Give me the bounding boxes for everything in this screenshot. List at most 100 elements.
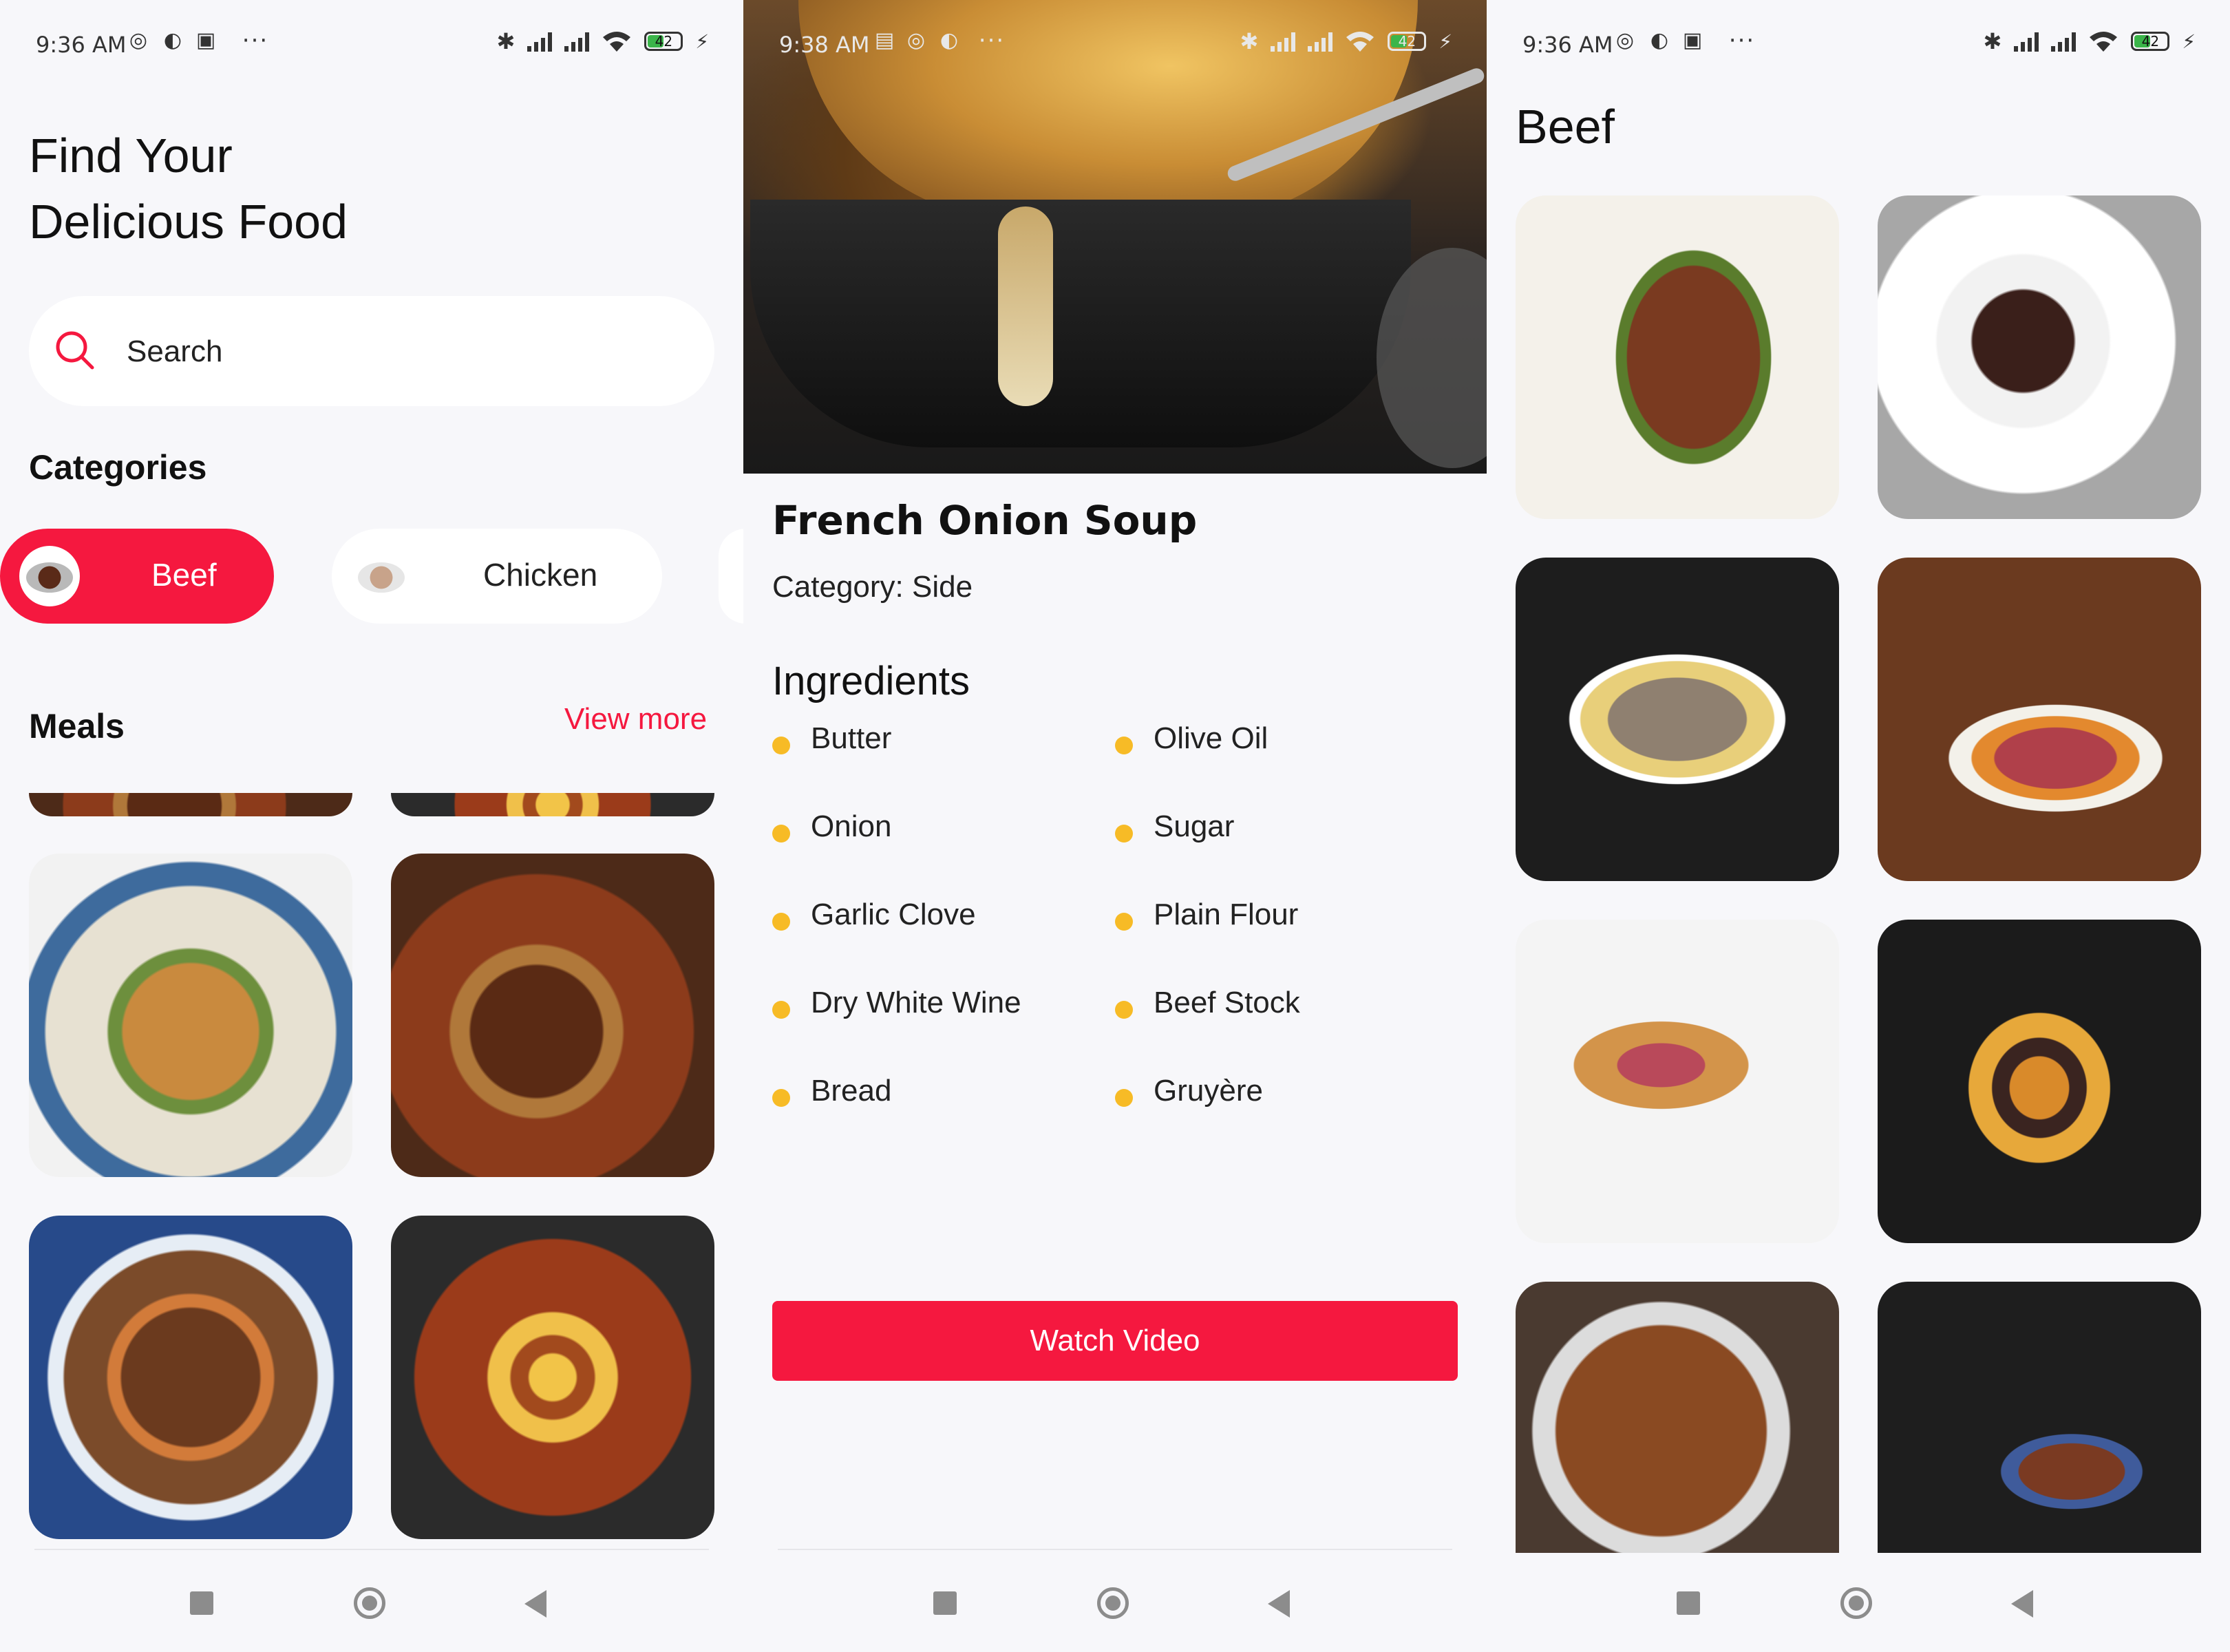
signal-icon [1271, 31, 1296, 52]
sim-icon: ▤ [874, 28, 895, 52]
category-label: Chicken [483, 557, 598, 593]
signal-4g-icon [564, 31, 590, 52]
meal-card[interactable] [1878, 558, 2201, 881]
bullet-icon [1115, 1001, 1133, 1019]
recents-button[interactable] [933, 1591, 957, 1615]
whatsapp-icon: ◎ [1615, 28, 1635, 52]
bluetooth-icon: ✱ [496, 28, 516, 54]
recents-button[interactable] [190, 1591, 213, 1615]
meals-title: Meals [29, 707, 125, 745]
meal-card[interactable] [1516, 920, 1839, 1243]
view-more-link[interactable]: View more [564, 702, 707, 737]
bullet-icon [772, 1001, 790, 1019]
meal-card[interactable] [391, 854, 714, 1177]
category-chip-next[interactable] [719, 529, 743, 624]
bullet-icon [772, 737, 790, 754]
categories-title: Categories [29, 448, 207, 487]
bullet-icon [772, 913, 790, 931]
bullet-icon [1115, 737, 1133, 754]
more-icon: ··· [242, 27, 269, 54]
nav-bar [743, 1549, 1487, 1652]
back-button[interactable] [524, 1590, 546, 1618]
bullet-icon [1115, 1089, 1133, 1107]
battery-icon: 42 [1388, 32, 1427, 51]
watch-video-button[interactable]: Watch Video [772, 1301, 1458, 1381]
battery-level: 42 [1398, 33, 1416, 50]
wifi-icon [2090, 32, 2118, 52]
chicken-thumbnail [351, 546, 412, 606]
more-icon: ··· [1728, 27, 1756, 54]
title-line-1: Find Your [29, 129, 233, 182]
meal-card[interactable] [29, 793, 352, 816]
category-screen: 9:36 AM ◎ ◐ ▣ ··· ✱ 42 ⚡ Beef [1487, 0, 2230, 1652]
meal-card[interactable] [391, 1216, 714, 1539]
meal-card[interactable] [29, 854, 352, 1177]
bullet-icon [1115, 913, 1133, 931]
meal-card[interactable] [1516, 558, 1839, 881]
divider [778, 1549, 1452, 1550]
charging-icon: ⚡ [695, 30, 709, 53]
search-input[interactable]: Search [127, 335, 222, 369]
bullet-icon [772, 1089, 790, 1107]
back-button[interactable] [2011, 1590, 2033, 1618]
signal-icon [2014, 31, 2039, 52]
category-label: Beef [151, 557, 217, 593]
nav-bar [0, 1549, 743, 1652]
whatsapp-icon: ◎ [906, 28, 926, 52]
divider [34, 1549, 709, 1550]
search-icon [56, 331, 94, 370]
bullet-icon [772, 825, 790, 843]
search-bar[interactable]: Search [29, 296, 714, 406]
battery-level: 42 [655, 33, 673, 50]
bluetooth-icon: ✱ [1983, 28, 2002, 54]
app-icon: ◐ [1650, 28, 1669, 52]
status-bar: 9:36 AM ◎ ◐ ▣ ··· ✱ 42 ⚡ [1487, 0, 2230, 89]
meal-card[interactable] [1516, 195, 1839, 519]
charging-icon: ⚡ [1438, 30, 1452, 53]
category-title: Beef [1516, 100, 1615, 153]
category-chip-beef[interactable]: Beef [0, 529, 274, 624]
status-time: 9:36 AM [1522, 32, 1613, 58]
meal-card[interactable] [391, 793, 714, 816]
more-icon: ··· [978, 27, 1006, 54]
title-line-2: Delicious Food [29, 195, 348, 248]
bluetooth-icon: ✱ [1240, 28, 1259, 54]
home-button[interactable] [1840, 1587, 1872, 1619]
wifi-icon [1346, 32, 1374, 52]
meal-card[interactable] [29, 1216, 352, 1539]
meal-detail-screen: 9:38 AM ▤ ◎ ◐ ··· ✱ 42 ⚡ French Onion So… [743, 0, 1487, 1652]
category-chip-chicken[interactable]: Chicken [332, 529, 662, 624]
ingredients-title: Ingredients [772, 659, 970, 703]
status-time: 9:36 AM [36, 32, 127, 58]
wifi-icon [603, 32, 631, 52]
app-icon: ◐ [163, 28, 182, 52]
signal-4g-icon [1308, 31, 1333, 52]
meal-title: French Onion Soup [772, 497, 1198, 544]
home-button[interactable] [1097, 1587, 1129, 1619]
nav-bar [1487, 1549, 2230, 1652]
meal-card[interactable] [1878, 195, 2201, 519]
app-icon: ◐ [939, 28, 959, 52]
page-title: Find Your Delicious Food [29, 123, 511, 255]
meal-card[interactable] [1878, 1282, 2201, 1553]
signal-4g-icon [2051, 31, 2077, 52]
battery-level: 42 [2141, 33, 2160, 50]
status-bar: 9:36 AM ◎ ◐ ▣ ··· ✱ 42 ⚡ [0, 0, 743, 89]
battery-icon: 42 [2131, 32, 2170, 51]
whatsapp-icon: ◎ [129, 28, 148, 52]
meal-card[interactable] [1516, 1282, 1839, 1553]
back-button[interactable] [1268, 1590, 1290, 1618]
meal-category: Category: Side [772, 570, 973, 604]
status-time: 9:38 AM [779, 32, 870, 58]
upload-icon: ▣ [1682, 28, 1703, 52]
home-button[interactable] [354, 1587, 385, 1619]
home-screen: 9:36 AM ◎ ◐ ▣ ··· ✱ 42 ⚡ Find Your Delic… [0, 0, 743, 1652]
meal-card[interactable] [1878, 920, 2201, 1243]
status-bar: 9:38 AM ▤ ◎ ◐ ··· ✱ 42 ⚡ [743, 0, 1487, 89]
signal-icon [527, 31, 553, 52]
recents-button[interactable] [1677, 1591, 1700, 1615]
upload-icon: ▣ [195, 28, 216, 52]
bullet-icon [1115, 825, 1133, 843]
beef-thumbnail [19, 546, 80, 606]
battery-icon: 42 [644, 32, 683, 51]
